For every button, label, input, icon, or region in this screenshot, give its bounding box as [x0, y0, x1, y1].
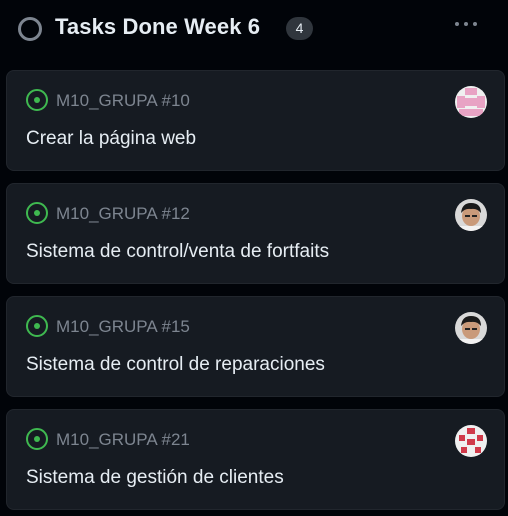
issue-title[interactable]: Sistema de control/venta de fortfaits — [26, 241, 329, 263]
assignee-avatar[interactable] — [455, 86, 487, 118]
issue-card[interactable]: M10_GRUPA #21 Sistema de gestión de clie… — [6, 409, 505, 510]
issue-opened-icon — [26, 202, 48, 224]
issue-opened-icon — [26, 428, 48, 450]
issue-title[interactable]: Crear la página web — [26, 128, 196, 150]
assignee-avatar[interactable] — [455, 425, 487, 457]
issue-title[interactable]: Sistema de gestión de clientes — [26, 467, 284, 489]
kebab-horizontal-icon — [455, 22, 459, 26]
issue-reference[interactable]: M10_GRUPA #15 — [56, 317, 190, 337]
issue-opened-icon — [26, 315, 48, 337]
issue-card[interactable]: M10_GRUPA #10 Crear la página web — [6, 70, 505, 171]
issue-reference[interactable]: M10_GRUPA #12 — [56, 204, 190, 224]
issue-opened-icon — [26, 89, 48, 111]
column-header: Tasks Done Week 6 4 — [0, 0, 508, 58]
issue-card[interactable]: M10_GRUPA #15 Sistema de control de repa… — [6, 296, 505, 397]
project-column: Tasks Done Week 6 4 M10_GRUPA #10 Crear … — [0, 0, 508, 516]
kebab-dot — [464, 22, 468, 26]
issue-card[interactable]: M10_GRUPA #12 Sistema de control/venta d… — [6, 183, 505, 284]
column-title: Tasks Done Week 6 — [55, 14, 261, 39]
issue-title[interactable]: Sistema de control de reparaciones — [26, 354, 325, 376]
issue-reference[interactable]: M10_GRUPA #10 — [56, 91, 190, 111]
column-menu-button[interactable] — [448, 10, 484, 38]
item-count-badge: 4 — [286, 17, 313, 40]
kebab-dot — [473, 22, 477, 26]
issue-reference[interactable]: M10_GRUPA #21 — [56, 430, 190, 450]
assignee-avatar[interactable] — [455, 199, 487, 231]
circle-outline-icon — [18, 17, 42, 41]
assignee-avatar[interactable] — [455, 312, 487, 344]
